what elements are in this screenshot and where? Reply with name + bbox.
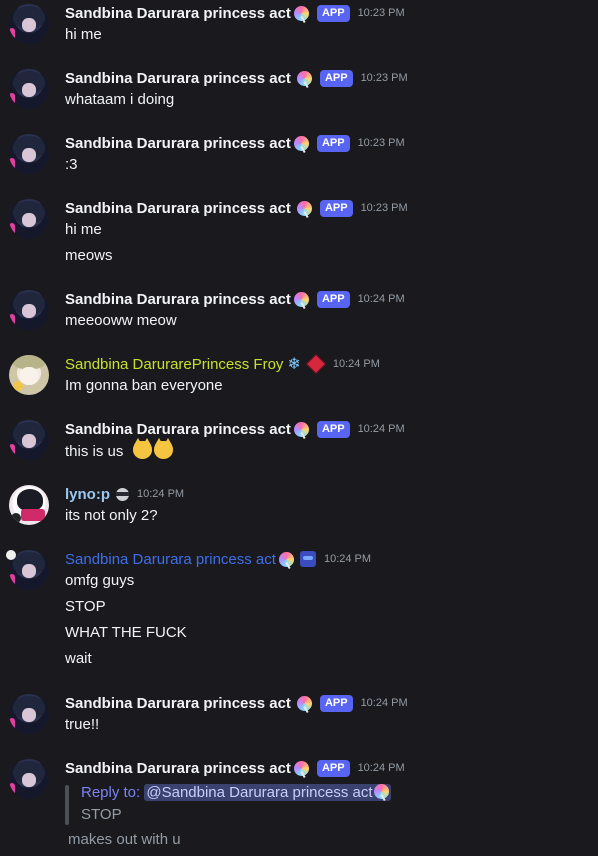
message-text: true!! [65, 716, 100, 733]
message-header: Sandbina Darurara princess act 10:24 PM [65, 549, 371, 569]
app-badge: APP [319, 694, 353, 712]
message-header: Sandbina Darurara princess act APP 10:23… [65, 68, 408, 88]
timestamp[interactable]: 10:24 PM [358, 423, 405, 435]
user-avatar[interactable] [9, 290, 49, 330]
lollipop-icon [293, 291, 309, 307]
reply-prefix: Reply to: [81, 784, 141, 801]
snowflake-icon: ❄ [287, 356, 301, 373]
timestamp[interactable]: 10:24 PM [137, 488, 184, 500]
message-text: WHAT THE FUCK [65, 624, 187, 641]
user-avatar[interactable] [9, 69, 49, 109]
timestamp[interactable]: 10:23 PM [361, 202, 408, 214]
timestamp[interactable]: 10:23 PM [358, 7, 405, 19]
message-text: meeooww meow [65, 312, 177, 329]
app-badge: APP [316, 4, 350, 22]
app-badge: APP [316, 420, 350, 438]
user-avatar[interactable] [9, 355, 49, 395]
message-text: STOP [65, 598, 106, 615]
diamond-role-icon[interactable] [305, 354, 326, 374]
app-badge: APP [319, 69, 353, 87]
message-text: wait [65, 650, 92, 667]
message-text: Im gonna ban everyone [65, 377, 223, 394]
lollipop-icon [296, 200, 312, 216]
message-text: hi me [65, 221, 102, 238]
message-header: Sandbina Darurara princess act APP 10:23… [65, 3, 405, 23]
timestamp[interactable]: 10:23 PM [358, 137, 405, 149]
username[interactable]: lyno:p [65, 486, 110, 503]
timestamp[interactable]: 10:24 PM [358, 293, 405, 305]
lollipop-icon [278, 551, 294, 567]
username[interactable]: Sandbina Darurara princess act [65, 695, 291, 712]
message-header: Sandbina Darurara princess act APP 10:24… [65, 693, 408, 713]
lollipop-icon [293, 421, 309, 437]
timestamp[interactable]: 10:24 PM [361, 697, 408, 709]
message-text: its not only 2? [65, 507, 158, 524]
message-header: Sandbina Darurara princess act APP 10:24… [65, 758, 405, 778]
message-header: lyno:p 10:24 PM [65, 484, 184, 504]
message-text: :3 [65, 156, 78, 173]
lollipop-icon [293, 5, 309, 21]
app-badge: APP [316, 759, 350, 777]
app-badge: APP [316, 290, 350, 308]
message-text: hi me [65, 26, 102, 43]
reply-header[interactable]: Reply to: @Sandbina Darurara princess ac… [81, 784, 391, 801]
mention-text: @Sandbina Darurara princess act [146, 784, 373, 801]
message-text: this is us [65, 438, 173, 462]
username[interactable]: Sandbina Darurara princess act [65, 200, 291, 217]
user-avatar[interactable] [9, 420, 49, 460]
user-avatar[interactable] [9, 199, 49, 239]
user-avatar[interactable] [9, 4, 49, 44]
message-text: whataam i doing [65, 91, 175, 108]
username[interactable]: Sandbina Darurara princess act [65, 551, 276, 568]
message-text: makes out with u [68, 831, 181, 848]
message-header: Sandbina DarurarePrincess Froy ❄ 10:24 P… [65, 354, 380, 374]
username[interactable]: Sandbina Darurara princess act [65, 421, 291, 438]
lollipop-icon [373, 784, 389, 799]
ninja-role-icon[interactable] [116, 487, 129, 501]
message-header: Sandbina Darurara princess act APP 10:24… [65, 289, 405, 309]
timestamp[interactable]: 10:24 PM [333, 358, 380, 370]
app-badge: APP [319, 199, 353, 217]
user-avatar[interactable] [9, 485, 49, 525]
message-header: Sandbina Darurara princess act APP 10:24… [65, 419, 405, 439]
reply-quoted-text: STOP [81, 806, 122, 823]
reply-quote-bar [65, 785, 69, 825]
username[interactable]: Sandbina Darurara princess act [65, 5, 291, 22]
username[interactable]: Sandbina DarurarePrincess Froy [65, 356, 283, 373]
lollipop-icon [296, 695, 312, 711]
message-text: omfg guys [65, 572, 135, 589]
robot-role-icon[interactable] [299, 551, 316, 567]
cat-emoji[interactable] [153, 438, 173, 459]
lollipop-icon [293, 760, 309, 776]
avatar-decoration-icon [6, 550, 16, 560]
user-avatar[interactable] [9, 694, 49, 734]
username[interactable]: Sandbina Darurara princess act [65, 760, 291, 777]
app-badge: APP [316, 134, 350, 152]
user-avatar[interactable] [9, 759, 49, 799]
message-header: Sandbina Darurara princess act APP 10:23… [65, 133, 405, 153]
user-mention[interactable]: @Sandbina Darurara princess act [144, 784, 391, 801]
username[interactable]: Sandbina Darurara princess act [65, 70, 291, 87]
username[interactable]: Sandbina Darurara princess act [65, 135, 291, 152]
user-avatar[interactable] [9, 134, 49, 174]
lollipop-icon [293, 135, 309, 151]
timestamp[interactable]: 10:23 PM [361, 72, 408, 84]
message-text: meows [65, 247, 113, 264]
lollipop-icon [296, 70, 312, 86]
username[interactable]: Sandbina Darurara princess act [65, 291, 291, 308]
message-text-content: this is us [65, 443, 124, 460]
cat-emoji[interactable] [132, 438, 152, 459]
message-header: Sandbina Darurara princess act APP 10:23… [65, 198, 408, 218]
timestamp[interactable]: 10:24 PM [358, 762, 405, 774]
timestamp[interactable]: 10:24 PM [324, 553, 371, 565]
